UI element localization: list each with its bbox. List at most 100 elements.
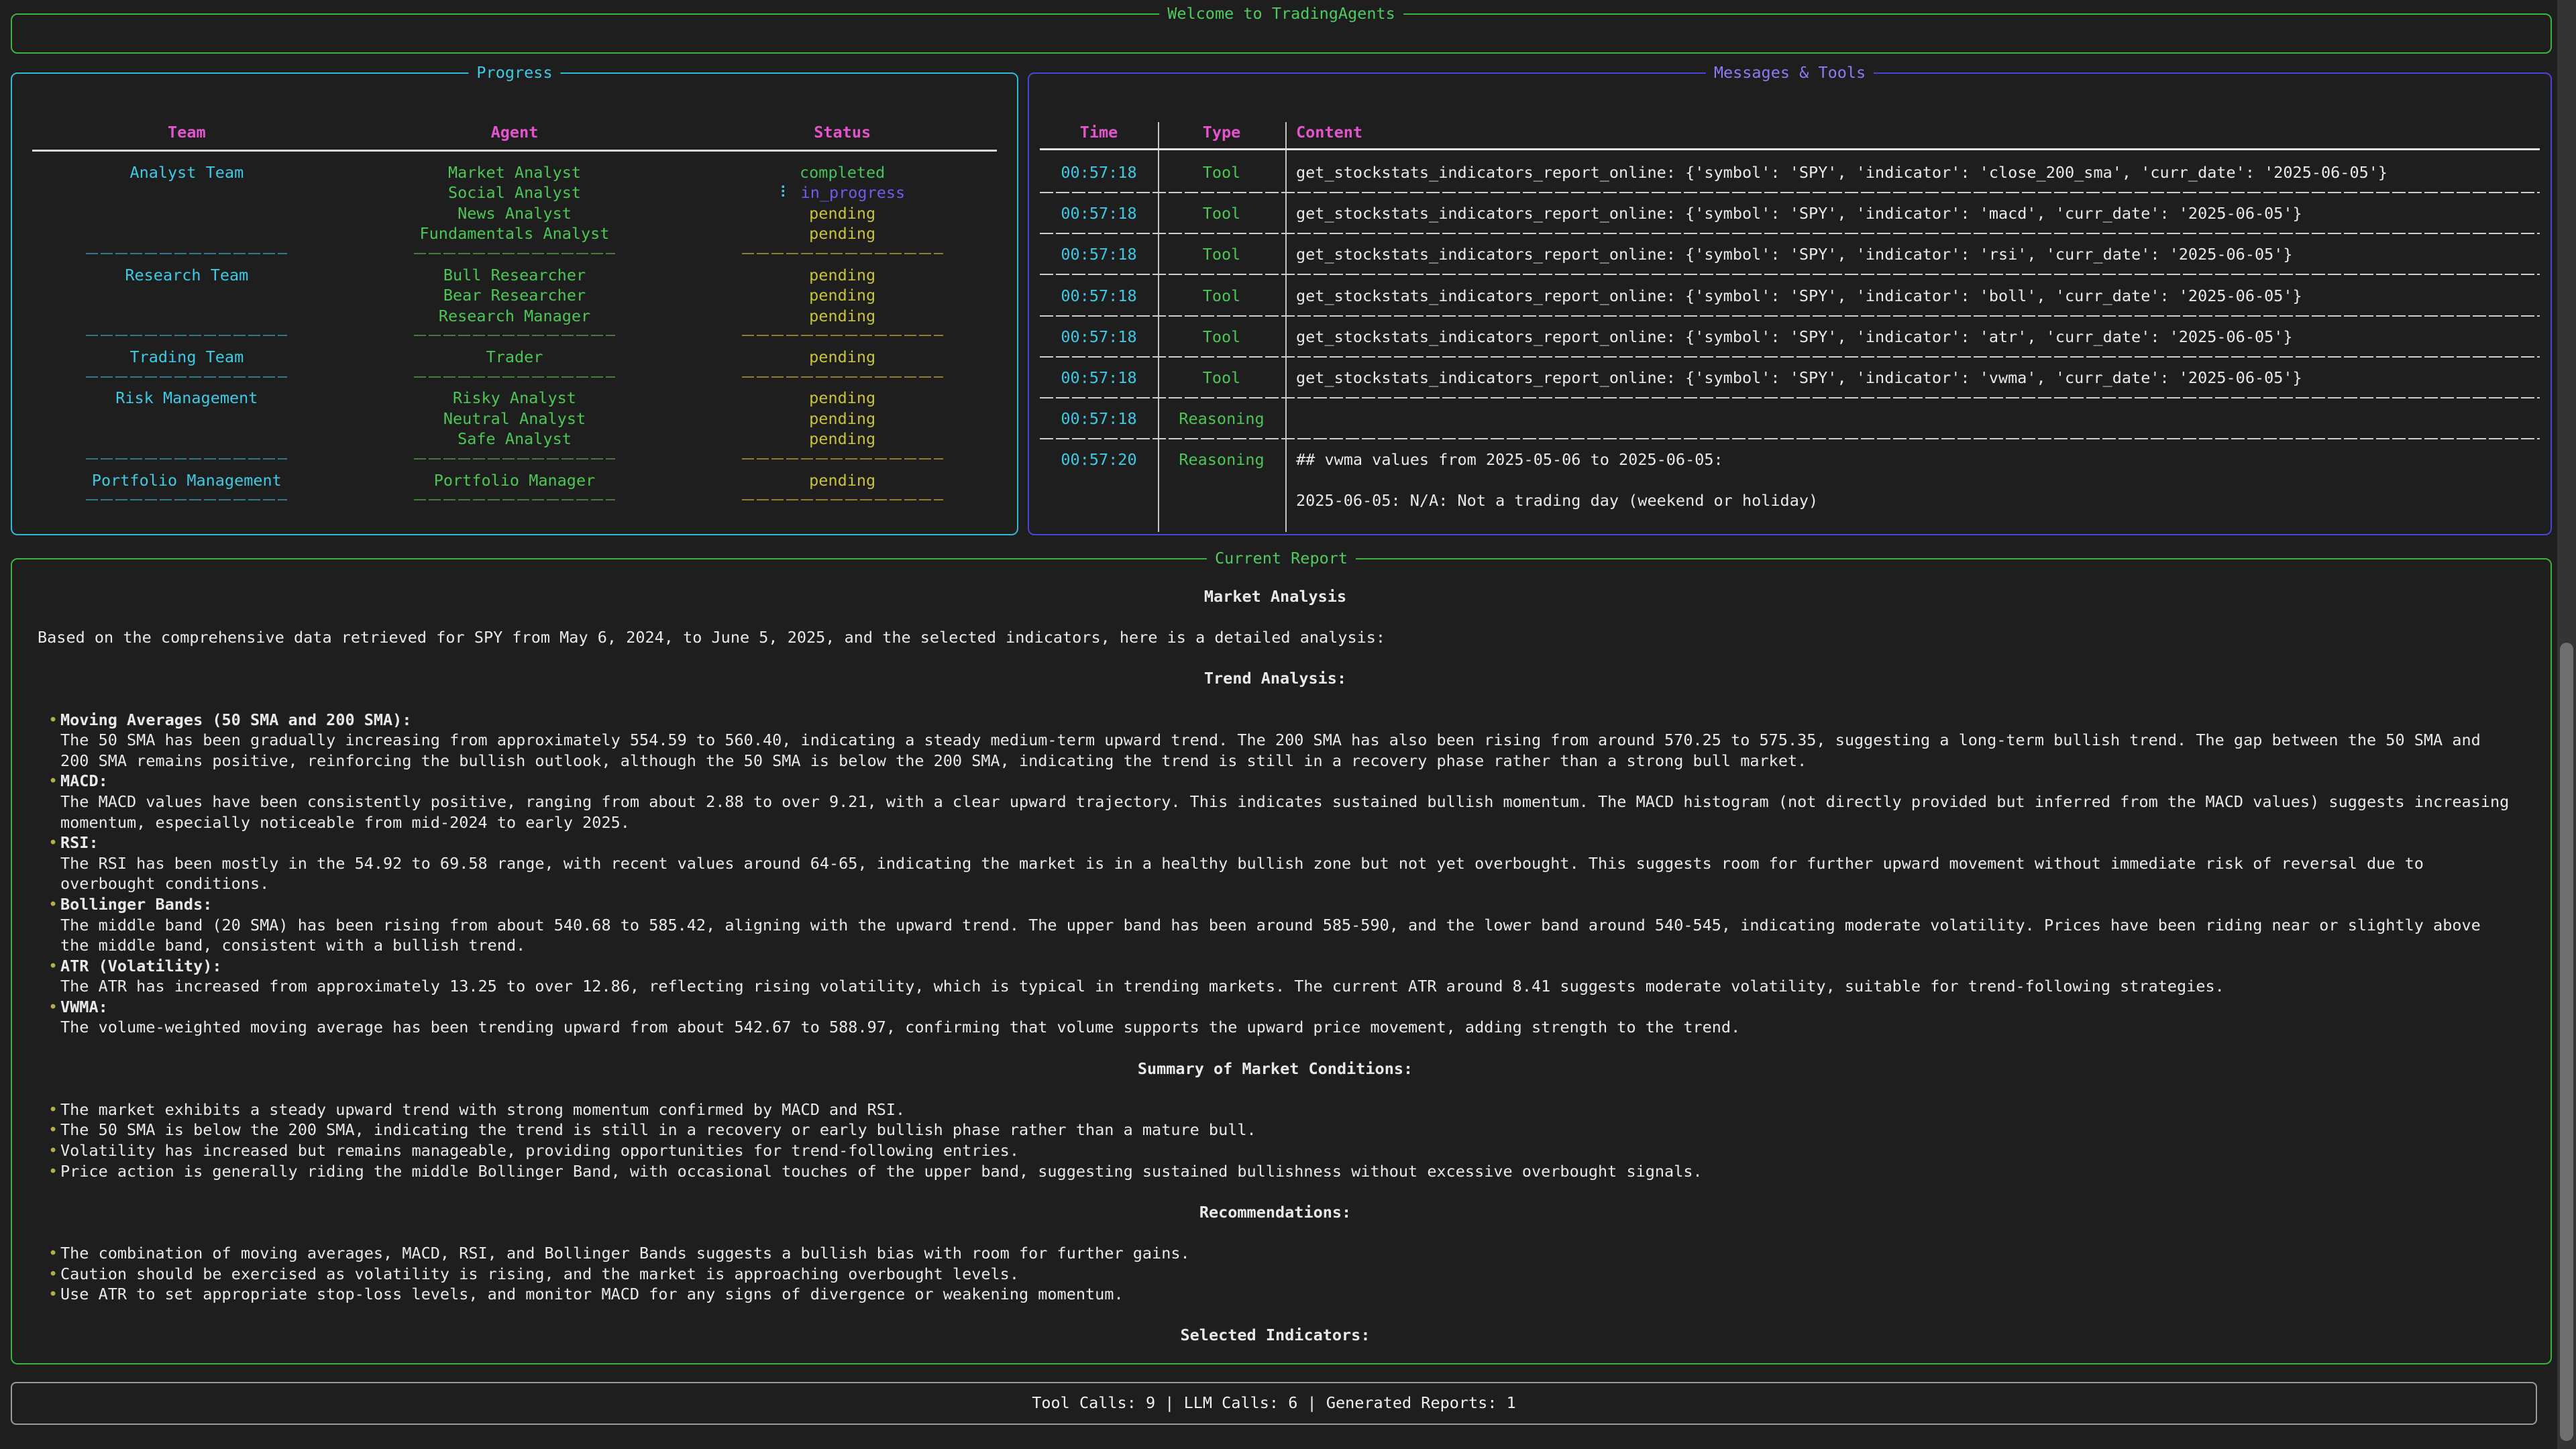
team-cell: Risk Management	[23, 388, 351, 409]
bullet-icon: •	[48, 833, 58, 853]
bullet-icon: •	[48, 894, 58, 915]
progress-table-header: Team Agent Status	[23, 122, 1006, 143]
group-separator-cell	[678, 449, 1006, 470]
status-cell: pending	[678, 429, 1006, 449]
messages-panel: Messages & Tools Time Type Content 00:57…	[1028, 72, 2552, 535]
message-row: 00:57:18Reasoning	[1040, 409, 2540, 449]
bullet-icon: •	[48, 1284, 58, 1305]
messages-table-body: 00:57:18Toolget_stockstats_indicators_re…	[1040, 162, 2540, 532]
separator-line	[86, 499, 287, 500]
agent-cell: Market Analyst	[351, 162, 679, 183]
separator-line	[414, 499, 615, 500]
column-header-agent: Agent	[351, 122, 679, 143]
team-cell	[23, 429, 351, 449]
progress-table: Team Agent Status Analyst TeamMarket Ana…	[23, 122, 1006, 511]
welcome-title: Welcome to TradingAgents	[1159, 3, 1403, 24]
type-cell: Tool	[1158, 244, 1285, 265]
report-bullet: •Moving Averages (50 SMA and 200 SMA):Th…	[48, 710, 2513, 771]
group-separator-cell	[23, 368, 351, 388]
separator-line	[86, 253, 287, 254]
separator-line	[414, 253, 615, 254]
bullet-icon: •	[48, 1264, 58, 1285]
team-cell: Research Team	[23, 265, 351, 286]
row-separator	[1040, 356, 2540, 358]
group-separator-cell	[23, 490, 351, 511]
report-heading: Recommendations:	[38, 1202, 2513, 1223]
content-cell: get_stockstats_indicators_report_online:…	[1285, 244, 2540, 265]
column-header-team: Team	[23, 122, 351, 143]
type-cell: Tool	[1158, 203, 1285, 224]
status-cell: pending	[678, 285, 1006, 306]
group-separator-cell	[351, 449, 679, 470]
progress-row: Analyst TeamMarket Analystcompleted	[23, 162, 1006, 183]
team-cell	[23, 409, 351, 429]
agent-cell: Research Manager	[351, 306, 679, 327]
content-cell: ## vwma values from 2025-05-06 to 2025-0…	[1285, 449, 2540, 511]
team-cell	[23, 285, 351, 306]
group-separator-cell	[351, 244, 679, 265]
stats-footer: Tool Calls: 9 | LLM Calls: 6 | Generated…	[11, 1382, 2537, 1425]
messages-panel-title: Messages & Tools	[1706, 62, 1874, 83]
agent-cell: Neutral Analyst	[351, 409, 679, 429]
row-separator	[1040, 233, 2540, 234]
agent-cell: Fundamentals Analyst	[351, 223, 679, 244]
messages-table-header: Time Type Content	[1040, 122, 2540, 143]
report-list-item: •Caution should be exercised as volatili…	[48, 1264, 2513, 1285]
bullet-icon: •	[48, 1099, 58, 1120]
progress-header-separator	[23, 143, 1006, 162]
agent-cell: Bear Researcher	[351, 285, 679, 306]
team-cell: Portfolio Management	[23, 470, 351, 491]
progress-row: Research TeamBull Researcherpending	[23, 265, 1006, 286]
status-cell: pending	[678, 203, 1006, 224]
type-cell: Tool	[1158, 327, 1285, 347]
progress-row: Safe Analystpending	[23, 429, 1006, 449]
group-separator	[23, 326, 1006, 347]
progress-row: Trading TeamTraderpending	[23, 347, 1006, 368]
tradingagents-terminal: Welcome to TradingAgents Progress Team A…	[0, 0, 2576, 1449]
bullet-icon: •	[48, 710, 58, 731]
separator-line	[742, 499, 943, 500]
report-list-item: •The market exhibits a steady upward tre…	[48, 1099, 2513, 1120]
report-heading: Selected Indicators:	[38, 1325, 2513, 1346]
bullet-icon: •	[48, 1140, 58, 1161]
time-cell: 00:57:18	[1040, 244, 1158, 265]
progress-row: Research Managerpending	[23, 306, 1006, 327]
row-separator	[1040, 397, 2540, 398]
separator-line	[86, 335, 287, 336]
report-paragraph: Based on the comprehensive data retrieve…	[38, 627, 2513, 648]
spinner-icon: ⠇	[780, 183, 800, 202]
scrollbar-thumb[interactable]	[2560, 643, 2573, 1441]
separator-line	[742, 376, 943, 378]
status-cell: pending	[678, 347, 1006, 368]
status-cell: ⠇ in_progress	[678, 182, 1006, 203]
group-separator-cell	[678, 326, 1006, 347]
content-cell: get_stockstats_indicators_report_online:…	[1285, 203, 2540, 224]
report-heading: Market Analysis	[38, 586, 2513, 607]
content-cell: get_stockstats_indicators_report_online:…	[1285, 162, 2540, 183]
report-list: •The combination of moving averages, MAC…	[38, 1243, 2513, 1305]
group-separator-cell	[678, 244, 1006, 265]
report-bullet: •RSI:The RSI has been mostly in the 54.9…	[48, 833, 2513, 894]
progress-row: Fundamentals Analystpending	[23, 223, 1006, 244]
team-cell	[23, 182, 351, 203]
scrollbar-track[interactable]	[2557, 0, 2576, 1449]
status-cell: pending	[678, 388, 1006, 409]
progress-panel-title: Progress	[468, 62, 560, 83]
status-cell: completed	[678, 162, 1006, 183]
status-cell: pending	[678, 409, 1006, 429]
time-cell: 00:57:18	[1040, 368, 1158, 388]
report-content: Market Analysis Based on the comprehensiv…	[38, 586, 2513, 1366]
report-list: •The market exhibits a steady upward tre…	[38, 1099, 2513, 1181]
content-cell: get_stockstats_indicators_report_online:…	[1285, 286, 2540, 307]
group-separator-cell	[678, 490, 1006, 511]
bullet-icon: •	[48, 1243, 58, 1264]
bullet-icon: •	[48, 1120, 58, 1140]
column-header-time: Time	[1040, 122, 1158, 143]
agent-cell: Trader	[351, 347, 679, 368]
agent-cell: News Analyst	[351, 203, 679, 224]
message-row: 00:57:18Toolget_stockstats_indicators_re…	[1040, 244, 2540, 285]
separator-line	[742, 335, 943, 336]
time-cell: 00:57:20	[1040, 449, 1158, 470]
stats-footer-text: Tool Calls: 9 | LLM Calls: 6 | Generated…	[12, 1383, 2536, 1422]
progress-row: News Analystpending	[23, 203, 1006, 224]
